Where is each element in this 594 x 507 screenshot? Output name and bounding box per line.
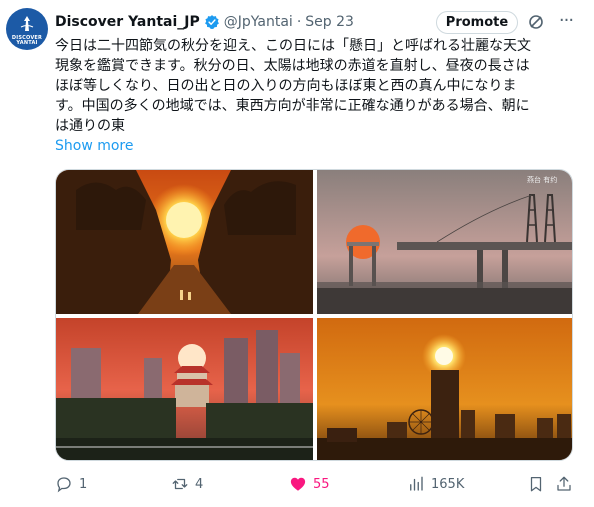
show-more-link[interactable]: Show more [55,138,134,154]
verified-badge-icon [204,15,219,29]
reply-count: 1 [79,476,88,492]
media-image-sunset-pagoda[interactable] [56,318,313,460]
bookmark-button[interactable] [527,474,551,494]
tweet-header: Discover Yantai_JP @JpYantai · Sep 23 [55,11,354,33]
repost-icon [172,478,188,490]
avatar-text: DISCOVER YANTAI [11,35,43,46]
promote-button[interactable]: Promote [436,11,518,34]
views-chart-icon [410,476,423,491]
like-count: 55 [313,476,330,492]
image-watermark: 燕台 有约 [527,175,557,184]
tweet-text-line: 今日は二十四節気の秋分を迎え、この日には「懸日」と呼ばれる壮麗な天文 [55,38,531,54]
share-icon [557,476,571,491]
reply-button[interactable]: 1 [55,474,87,494]
avatar[interactable]: DISCOVER YANTAI [6,8,48,50]
heart-icon [290,477,306,491]
tweet-actions: 1 4 55 165K [55,474,580,494]
separator-dot: · [296,14,302,30]
grok-icon[interactable] [528,14,544,30]
media-image-sunrise-street[interactable] [56,170,313,314]
views-count: 165K [431,476,465,492]
tweet-text-line: す。中国の多くの地域では、東西方向が非常に正確な通りがある場合、朝に [55,98,530,114]
tweet: DISCOVER YANTAI Discover Yantai_JP @JpYan… [0,0,594,507]
repost-count: 4 [195,476,204,492]
views-button[interactable]: 165K [407,474,464,494]
handle[interactable]: @JpYantai [224,14,293,30]
timestamp[interactable]: Sep 23 [305,14,354,30]
media-image-sunset-tower[interactable] [317,318,572,460]
reply-icon [57,477,71,493]
share-button[interactable] [555,474,579,494]
tweet-text-line: は通りの東 [55,118,125,134]
tweet-text: 今日は二十四節気の秋分を迎え、この日には「懸日」と呼ばれる壮麗な天文 現象を鑑賞… [55,36,580,136]
tweet-text-line: 現象を鑑賞できます。秋分の日、太陽は地球の赤道を直射し、昼夜の長さは [55,58,530,74]
media-grid: 燕台 有约 [55,169,573,461]
display-name[interactable]: Discover Yantai_JP [55,14,200,30]
lighthouse-logo-icon [20,16,34,31]
more-icon[interactable]: ··· [556,12,576,33]
bookmark-icon [530,476,542,492]
tweet-text-line: ほぼ等しくなり、日の出と日の入りの方向もほぼ東と西の真ん中になりま [55,78,517,94]
repost-button[interactable]: 4 [171,474,203,494]
like-button[interactable]: 55 [289,474,330,494]
media-image-sunset-bridge[interactable]: 燕台 有约 [317,170,572,314]
